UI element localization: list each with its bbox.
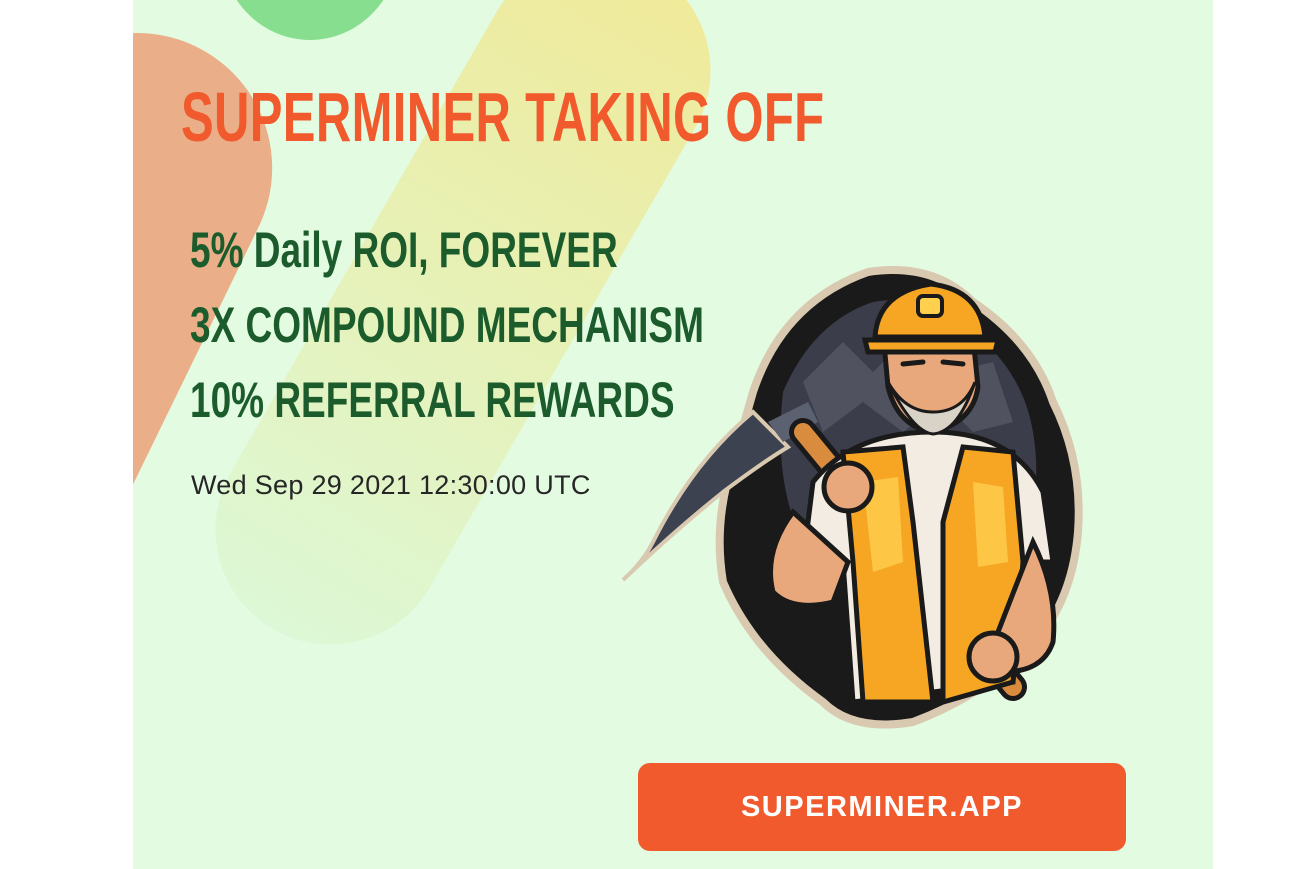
launch-datetime: Wed Sep 29 2021 12:30:00 UTC — [191, 470, 591, 500]
headline: SUPERMINER TAKING OFF — [181, 78, 825, 156]
green-decorative-circle — [220, 0, 400, 40]
miner-mascot-illustration — [621, 266, 1083, 729]
feature-referral: 10% REFERRAL REWARDS — [190, 372, 675, 428]
feature-daily-roi: 5% Daily ROI, FOREVER — [190, 222, 618, 278]
promo-banner: SUPERMINER TAKING OFF 5% Daily ROI, FORE… — [133, 0, 1213, 869]
superminer-app-button[interactable]: SUPERMINER.APP — [638, 763, 1126, 851]
